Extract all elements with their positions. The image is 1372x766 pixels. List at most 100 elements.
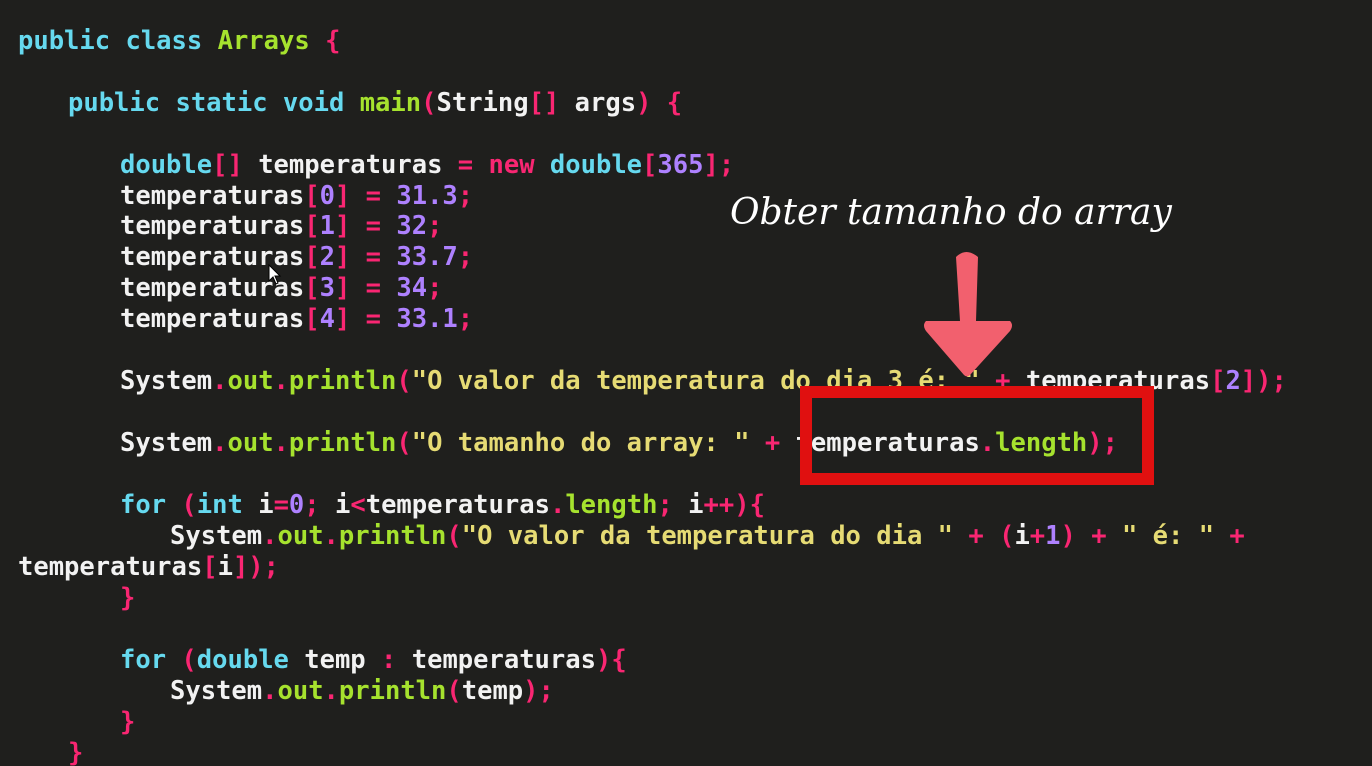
code-token: [ <box>1210 366 1226 396</box>
code-token: out <box>277 676 324 706</box>
code-token: [] <box>528 88 560 118</box>
code-line: for (double temp : temperaturas){ <box>120 645 627 676</box>
code-line: temperaturas[4] = 33.1; <box>120 304 473 335</box>
code-token: ( <box>999 521 1015 551</box>
code-token: ( <box>421 88 437 118</box>
code-token: println <box>288 428 397 458</box>
code-token: i <box>258 490 274 520</box>
code-token: println <box>338 521 447 551</box>
code-token: [ <box>304 242 320 272</box>
code-token: i <box>1014 521 1030 551</box>
code-token: ] = <box>334 273 397 303</box>
code-line: temperaturas[i]); <box>18 552 279 583</box>
code-token: = <box>457 150 489 180</box>
code-line: temperaturas[1] = 32; <box>120 211 442 242</box>
code-token: i <box>335 490 351 520</box>
code-token: [ <box>304 211 320 241</box>
code-line: double[] temperaturas = new double[365]; <box>120 150 734 181</box>
code-line: public static void main(String[] args) { <box>68 88 682 119</box>
code-token: System <box>120 428 213 458</box>
code-token: for <box>120 645 182 675</box>
code-token: "O tamanho do array: " <box>411 428 750 458</box>
code-token: System <box>120 366 213 396</box>
code-token: Arrays <box>217 26 310 56</box>
mouse-cursor-icon <box>268 264 282 285</box>
code-token: out <box>277 521 324 551</box>
code-editor[interactable]: public class Arrays { public static void … <box>0 0 1372 766</box>
code-token: ; <box>304 490 335 520</box>
code-token: System <box>170 521 263 551</box>
code-token: ; <box>457 242 474 272</box>
code-token: temperaturas <box>18 552 203 582</box>
code-token: 34 <box>396 273 428 303</box>
code-token: < <box>350 490 366 520</box>
code-token: "O valor da temperatura do dia " <box>461 521 954 551</box>
code-token: new <box>488 150 550 180</box>
code-token: length <box>565 490 658 520</box>
code-line: } <box>120 707 135 738</box>
code-token: 31.3 <box>396 181 458 211</box>
code-token: public class <box>18 26 218 56</box>
code-token: . <box>273 366 289 396</box>
code-token: ){ <box>595 645 627 675</box>
code-token: . <box>262 521 278 551</box>
code-token: 2 <box>1225 366 1241 396</box>
code-token: int <box>196 490 259 520</box>
code-token: ] = <box>334 211 397 241</box>
code-token: 2 <box>319 242 335 272</box>
code-token: [ <box>642 150 658 180</box>
code-token: [ <box>304 304 320 334</box>
code-token: 365 <box>657 150 704 180</box>
code-token: 32 <box>396 211 428 241</box>
code-token: ; <box>427 211 443 241</box>
code-token: 33.1 <box>396 304 458 334</box>
code-token: for <box>120 490 182 520</box>
code-token: " é: " <box>1121 521 1215 551</box>
code-token: [ <box>202 552 218 582</box>
code-token: ( <box>181 490 197 520</box>
code-token: { <box>309 26 341 56</box>
code-line: } <box>68 738 83 766</box>
code-token: println <box>288 366 397 396</box>
code-token: } <box>120 707 136 737</box>
code-token: . <box>262 676 278 706</box>
code-token: ] = <box>334 242 397 272</box>
code-line: System.out.println(temp); <box>170 676 554 707</box>
code-token: : <box>381 645 412 675</box>
code-token: double <box>549 150 643 180</box>
code-line: temperaturas[0] = 31.3; <box>120 181 473 212</box>
code-token: ( <box>396 366 412 396</box>
code-token: } <box>68 738 84 766</box>
code-token: . <box>212 428 228 458</box>
code-token: . <box>323 676 339 706</box>
code-token: ) { <box>636 88 683 118</box>
code-token: System <box>170 676 263 706</box>
code-token: [ <box>304 181 320 211</box>
code-token: double <box>120 150 213 180</box>
code-token: . <box>549 490 566 520</box>
code-token: ; <box>657 490 689 520</box>
code-token: ; <box>457 181 474 211</box>
code-line: temperaturas[2] = 33.7; <box>120 242 473 273</box>
code-token: temperaturas <box>411 645 596 675</box>
code-token: . <box>212 366 228 396</box>
code-token: temperaturas <box>120 181 305 211</box>
code-token: temp <box>304 645 382 675</box>
code-token: temp <box>461 676 524 706</box>
code-token: 0 <box>319 181 335 211</box>
code-token: public static void <box>68 88 360 118</box>
code-token: + <box>749 428 796 458</box>
down-arrow-icon <box>924 252 1012 377</box>
code-token: ( <box>446 521 462 551</box>
code-token: } <box>120 583 136 613</box>
code-token: 1 <box>1045 521 1061 551</box>
code-token: [] <box>212 150 243 180</box>
code-token: 0 <box>288 490 305 520</box>
code-token: i <box>688 490 704 520</box>
code-token: temperaturas <box>242 150 458 180</box>
code-token: 33.7 <box>396 242 458 272</box>
code-token: ) + <box>1060 521 1122 551</box>
code-token: ); <box>523 676 554 706</box>
code-token: out <box>227 366 274 396</box>
code-token: ; <box>457 304 474 334</box>
